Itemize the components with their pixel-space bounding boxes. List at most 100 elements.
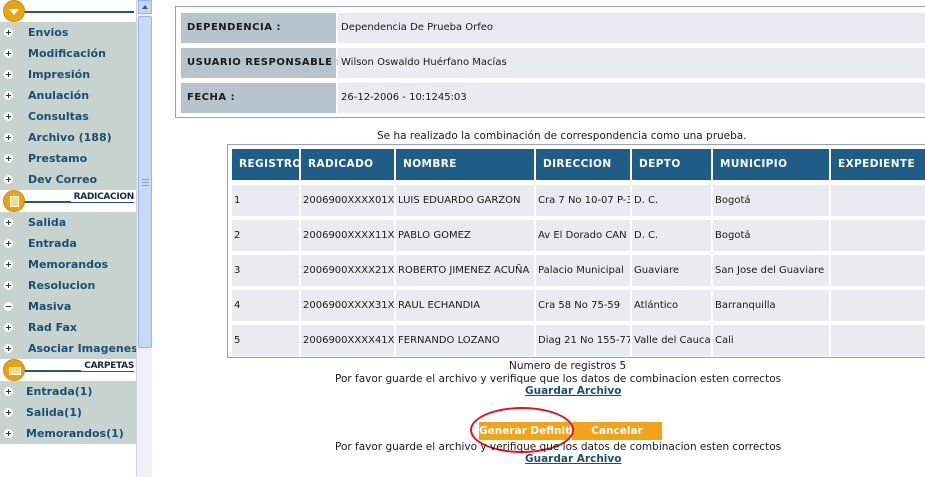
table-cell-depto: D. C.: [632, 185, 711, 216]
collapse-toggle-icon[interactable]: [3, 0, 25, 22]
sidebar-head-radicacion: RADICACION: [0, 190, 136, 212]
expand-plus-icon: [4, 133, 13, 142]
sidebar-item-rad-fax[interactable]: Rad Fax: [0, 317, 136, 338]
combination-message: Se ha realizado la combinación de corres…: [377, 130, 747, 142]
document-icon: [3, 190, 25, 212]
expand-plus-icon: [4, 408, 13, 417]
expand-plus-icon: [4, 70, 13, 79]
sidebar-item-masiva[interactable]: Masiva: [0, 296, 136, 317]
sidebar-item-modificacion[interactable]: Modificación: [0, 43, 136, 64]
table-cell-registro: 1: [232, 185, 299, 216]
grip-icon: [142, 179, 149, 186]
table-cell-registro: 5: [232, 325, 299, 356]
sidebar-item-entrada[interactable]: Entrada: [0, 233, 136, 254]
verify-message-2: Por favor guarde el archivo y verifique …: [335, 441, 782, 453]
dependencia-value: Dependencia De Prueba Orfeo: [338, 13, 925, 43]
sidebar-item-impresion[interactable]: Impresión: [0, 64, 136, 85]
table-cell-registro: 4: [232, 290, 299, 321]
sidebar-item-entrada-1[interactable]: Entrada(1): [0, 381, 136, 402]
table-cell-direccion: Cra 58 No 75-59: [536, 290, 630, 321]
table-cell-direccion: Cra 7 No 10-07 P-3: [536, 185, 630, 216]
save-file-link-2[interactable]: Guardar Archivo: [525, 453, 621, 465]
sidebar-item-memorandos-1[interactable]: Memorandos(1): [0, 423, 136, 444]
section-divider: [14, 11, 134, 13]
table-cell-expediente: [831, 185, 925, 216]
table-cell-radicado: 2006900XXXX11X: [301, 220, 394, 251]
info-row-usuario: USUARIO RESPONSABLE : Wilson Oswaldo Hué…: [181, 48, 925, 78]
sidebar-item-anulacion[interactable]: Anulación: [0, 85, 136, 106]
sidebar-item-label: Impresión: [28, 68, 91, 81]
table-cell-nombre: PABLO GOMEZ: [396, 220, 534, 251]
usuario-label: USUARIO RESPONSABLE :: [181, 48, 340, 78]
sidebar-item-salida-1[interactable]: Salida(1): [0, 402, 136, 423]
table-cell-municipio: San Jose del Guaviare: [713, 255, 829, 286]
expand-plus-icon: [4, 49, 13, 58]
scrollbar-thumb[interactable]: [138, 16, 152, 348]
column-header-nombre: NOMBRE: [396, 149, 534, 180]
sidebar-item-label: Rad Fax: [28, 321, 77, 334]
sidebar-item-label: Anulación: [28, 89, 90, 102]
collapse-minus-icon: [4, 302, 13, 311]
column-header-radicado: RADICADO: [301, 149, 394, 180]
table-cell-registro: 2: [232, 220, 299, 251]
table-cell-nombre: LUIS EDUARDO GARZON: [396, 185, 534, 216]
records-table: REGISTRO RADICADO NOMBRE DIRECCION DEPTO MUNI…: [227, 144, 925, 358]
table-cell-expediente: [831, 255, 925, 286]
sidebar-item-label: Memorandos(1): [26, 427, 124, 440]
save-file-link-1[interactable]: Guardar Archivo: [525, 385, 621, 397]
sidebar-item-label: Prestamo: [28, 152, 88, 165]
sidebar-item-label: Asociar Imagenes: [28, 342, 136, 355]
sidebar-item-resolucion[interactable]: Resolucion: [0, 275, 136, 296]
table-cell-direccion: Av El Dorado CAN: [536, 220, 630, 251]
table-cell-direccion: Diag 21 No 155-77: [536, 325, 630, 356]
sidebar-item-consultas[interactable]: Consultas: [0, 106, 136, 127]
sidebar-item-label: Salida(1): [26, 406, 82, 419]
sidebar-item-label: Salida: [28, 216, 67, 229]
expand-plus-icon: [4, 112, 13, 121]
sidebar-item-memorandos[interactable]: Memorandos: [0, 254, 136, 275]
sidebar-item-asociar-imagenes[interactable]: Asociar Imagenes: [0, 338, 136, 359]
table-cell-municipio: Barranquilla: [713, 290, 829, 321]
sidebar-item-dev-correo[interactable]: Dev Correo: [0, 169, 136, 190]
cancel-button[interactable]: Cancelar: [572, 422, 662, 440]
sidebar-item-salida[interactable]: Salida: [0, 212, 136, 233]
menu-group-main: Envios Modificación Impresión Anulación Cons…: [0, 22, 136, 190]
expand-plus-icon: [4, 154, 13, 163]
table-cell-expediente: [831, 290, 925, 321]
sidebar-item-label: Entrada: [28, 237, 77, 250]
info-row-dependencia: DEPENDENCIA : Dependencia De Prueba Orfe…: [181, 13, 925, 43]
expand-plus-icon: [4, 28, 13, 37]
sidebar-head-main[interactable]: [0, 0, 136, 22]
table-cell-expediente: [831, 220, 925, 251]
column-header-municipio: MUNICIPIO: [713, 149, 829, 180]
section-title-carpetas: CARPETAS: [81, 361, 134, 371]
table-cell-municipio: Bogotá: [713, 185, 829, 216]
sidebar-item-archivo-188[interactable]: Archivo (188): [0, 127, 136, 148]
table-cell-depto: D. C.: [632, 220, 711, 251]
table-cell-direccion: Palacio Municipal: [536, 255, 630, 286]
fecha-value: 26-12-2006 - 10:1245:03: [338, 83, 925, 113]
sidebar-item-label: Masiva: [28, 300, 72, 313]
column-header-expediente: EXPEDIENTE: [831, 149, 925, 180]
table-cell-radicado: 2006900XXXX31X: [301, 290, 394, 321]
section-title-radicacion: RADICACION: [70, 192, 134, 202]
column-header-registro: REGISTRO: [232, 149, 299, 180]
info-panel: DEPENDENCIA : Dependencia De Prueba Orfe…: [175, 6, 925, 118]
expand-plus-icon: [4, 429, 13, 438]
fecha-label: FECHA :: [181, 83, 336, 113]
table-cell-nombre: RAUL ECHANDIA: [396, 290, 534, 321]
sidebar-item-label: Archivo (188): [28, 131, 112, 144]
expand-plus-icon: [4, 323, 13, 332]
table-cell-depto: Valle del Cauca: [632, 325, 711, 356]
sidebar-item-prestamo[interactable]: Prestamo: [0, 148, 136, 169]
menu-group-carpetas: Entrada(1) Salida(1) Memorandos(1): [0, 381, 136, 444]
sidebar-item-label: Envios: [28, 26, 69, 39]
expand-plus-icon: [4, 281, 13, 290]
sidebar-item-label: Memorandos: [28, 258, 109, 271]
sidebar-item-label: Consultas: [28, 110, 89, 123]
sidebar-scrollbar[interactable]: [136, 0, 152, 477]
scroll-up-arrow-icon[interactable]: [138, 0, 152, 14]
table-cell-depto: Atlántico: [632, 290, 711, 321]
sidebar-item-envios[interactable]: Envios: [0, 22, 136, 43]
table-cell-municipio: Bogotá: [713, 220, 829, 251]
